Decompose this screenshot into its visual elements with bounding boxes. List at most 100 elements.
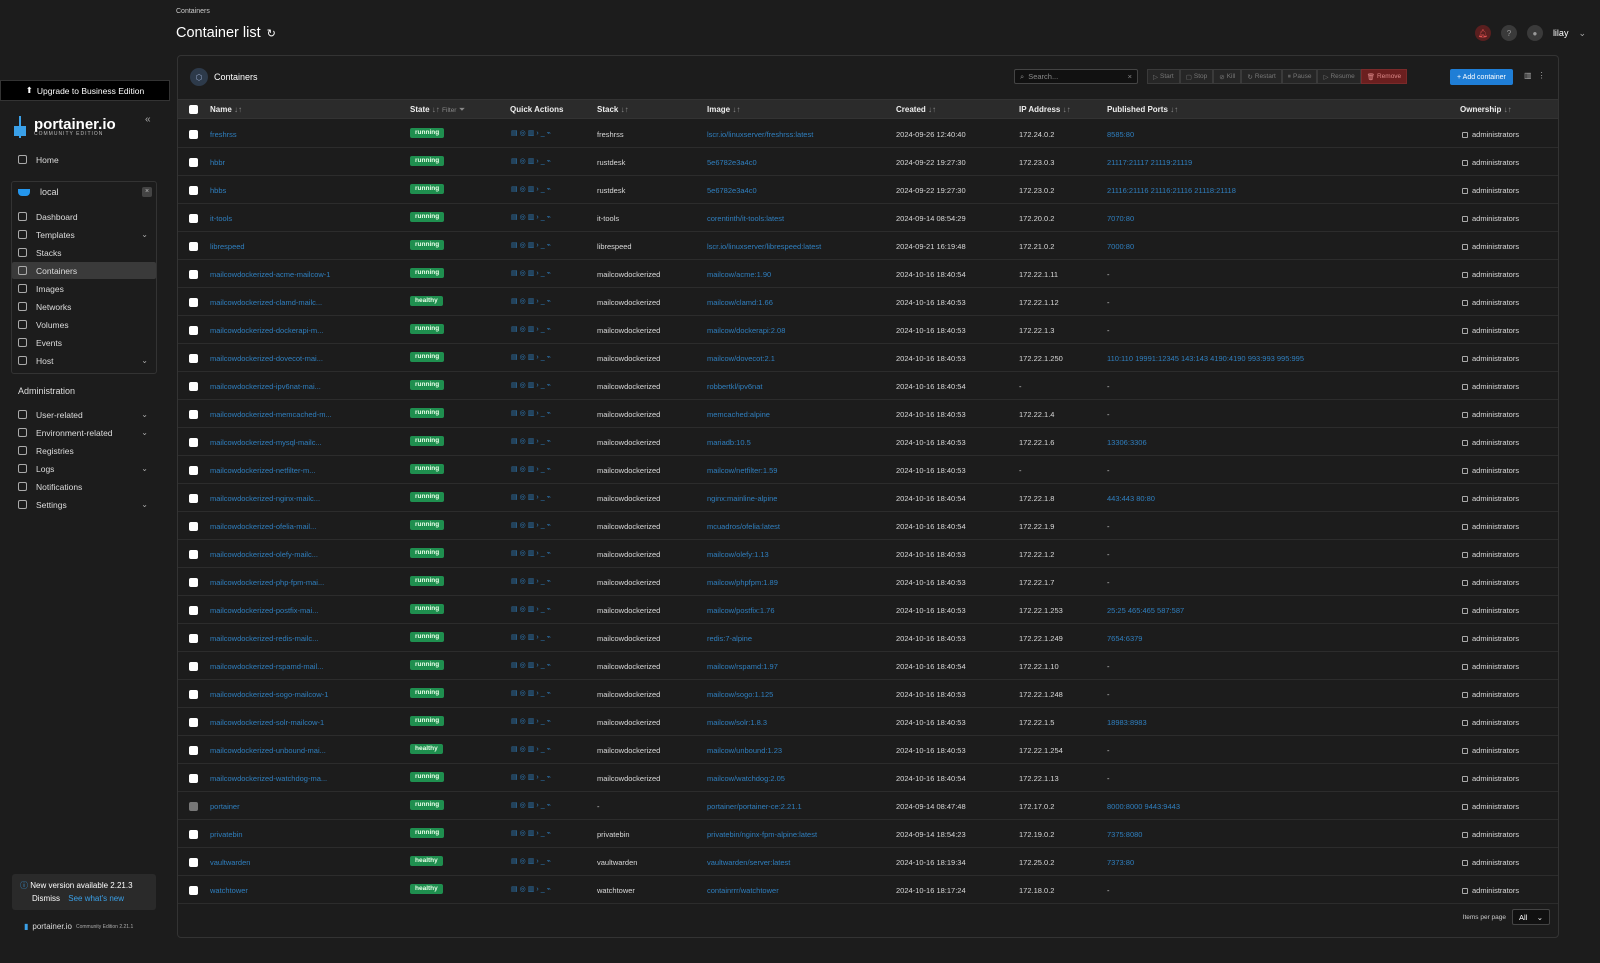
logs-icon[interactable]: ▤ [511, 550, 520, 557]
image-link[interactable]: mailcow/clamd:1.66 [707, 298, 773, 307]
image-link[interactable]: mailcow/unbound:1.23 [707, 746, 782, 755]
row-checkbox[interactable] [189, 718, 198, 727]
inspect-icon[interactable]: ◎ [520, 634, 528, 641]
console-icon[interactable]: ›_ [536, 242, 546, 249]
container-name-link[interactable]: watchtower [210, 886, 248, 895]
published-ports[interactable]: 7000:80 [1107, 242, 1134, 251]
inspect-icon[interactable]: ◎ [520, 550, 528, 557]
logs-icon[interactable]: ▤ [511, 746, 520, 753]
table-row[interactable]: mailcowdockerized-postfix-mai... running ▤… [178, 596, 1558, 624]
inspect-icon[interactable]: ◎ [520, 466, 528, 473]
refresh-icon[interactable]: ↻ [267, 27, 276, 40]
console-icon[interactable]: ›_ [536, 438, 546, 445]
column-ip[interactable]: IP Address ↓↑ [1019, 105, 1071, 114]
attach-icon[interactable]: ⌁ [547, 214, 553, 221]
sidebar-item-events[interactable]: Events [12, 334, 156, 351]
column-ports[interactable]: Published Ports ↓↑ [1107, 105, 1178, 114]
image-link[interactable]: corentinth/it-tools:latest [707, 214, 784, 223]
inspect-icon[interactable]: ◎ [520, 354, 528, 361]
whats-new-link[interactable]: See what's new [68, 894, 124, 903]
console-icon[interactable]: ›_ [536, 270, 546, 277]
attach-icon[interactable]: ⌁ [547, 634, 553, 641]
sidebar-item-volumes[interactable]: Volumes [12, 316, 156, 333]
attach-icon[interactable]: ⌁ [547, 858, 553, 865]
logs-icon[interactable]: ▤ [511, 130, 520, 137]
items-per-page-select[interactable]: All ⌄ [1512, 909, 1550, 925]
inspect-icon[interactable]: ◎ [520, 270, 528, 277]
table-row[interactable]: librespeed running ▤◎▥›_⌁ librespeed lscr.io… [178, 232, 1558, 260]
restart-button[interactable]: ↻ Restart [1241, 69, 1282, 84]
image-link[interactable]: lscr.io/linuxserver/librespeed:latest [707, 242, 821, 251]
console-icon[interactable]: ›_ [536, 466, 546, 473]
console-icon[interactable]: ›_ [536, 158, 546, 165]
row-checkbox[interactable] [189, 242, 198, 251]
chevron-down-icon[interactable]: ⌄ [141, 500, 148, 509]
logs-icon[interactable]: ▤ [511, 438, 520, 445]
sidebar-item-notifications[interactable]: Notifications [12, 478, 156, 495]
container-name-link[interactable]: mailcowdockerized-redis-mailc... [210, 634, 318, 643]
container-name-link[interactable]: mailcowdockerized-acme-mailcow-1 [210, 270, 330, 279]
table-row[interactable]: mailcowdockerized-redis-mailc... running ▤… [178, 624, 1558, 652]
table-row[interactable]: freshrss running ▤◎▥›_⌁ freshrss lscr.io/lin… [178, 120, 1558, 148]
column-state[interactable]: State ↓↑ Filter ⏷ [410, 105, 465, 115]
console-icon[interactable]: ›_ [536, 214, 546, 221]
logs-icon[interactable]: ▤ [511, 298, 520, 305]
kill-button[interactable]: ⊘ Kill [1213, 69, 1242, 84]
console-icon[interactable]: ›_ [536, 746, 546, 753]
container-name-link[interactable]: mailcowdockerized-postfix-mai... [210, 606, 318, 615]
table-row[interactable]: mailcowdockerized-memcached-m... running ▤… [178, 400, 1558, 428]
table-row[interactable]: mailcowdockerized-dovecot-mai... running ▤… [178, 344, 1558, 372]
console-icon[interactable]: ›_ [536, 382, 546, 389]
logs-icon[interactable]: ▤ [511, 494, 520, 501]
attach-icon[interactable]: ⌁ [547, 354, 553, 361]
table-row[interactable]: hbbs running ▤◎▥›_⌁ rustdesk 5e6782e3a4c0 202… [178, 176, 1558, 204]
image-link[interactable]: mailcow/watchdog:2.05 [707, 774, 785, 783]
container-name-link[interactable]: mailcowdockerized-mysql-mailc... [210, 438, 322, 447]
inspect-icon[interactable]: ◎ [520, 158, 528, 165]
container-name-link[interactable]: mailcowdockerized-sogo-mailcow-1 [210, 690, 328, 699]
logo[interactable]: portainer.io COMMUNITY EDITION [12, 114, 162, 140]
published-ports[interactable]: 21116:21116 21116:21116 21118:21118 [1107, 186, 1236, 195]
logs-icon[interactable]: ▤ [511, 718, 520, 725]
attach-icon[interactable]: ⌁ [547, 522, 553, 529]
published-ports[interactable]: 7375:8080 [1107, 830, 1142, 839]
logs-icon[interactable]: ▤ [511, 522, 520, 529]
attach-icon[interactable]: ⌁ [547, 382, 553, 389]
add-container-button[interactable]: + Add container [1450, 69, 1513, 85]
remove-button[interactable]: 🗑︎ Remove [1360, 69, 1408, 84]
row-checkbox[interactable] [189, 858, 198, 867]
attach-icon[interactable]: ⌁ [547, 718, 553, 725]
attach-icon[interactable]: ⌁ [547, 606, 553, 613]
inspect-icon[interactable]: ◎ [520, 690, 528, 697]
logs-icon[interactable]: ▤ [511, 242, 520, 249]
inspect-icon[interactable]: ◎ [520, 186, 528, 193]
sidebar-item-images[interactable]: Images [12, 280, 156, 297]
row-checkbox[interactable] [189, 326, 198, 335]
upgrade-button[interactable]: ⬆ Upgrade to Business Edition [0, 80, 170, 101]
sidebar-item-networks[interactable]: Networks [12, 298, 156, 315]
console-icon[interactable]: ›_ [536, 662, 546, 669]
image-link[interactable]: mailcow/dockerapi:2.08 [707, 326, 785, 335]
container-name-link[interactable]: mailcowdockerized-clamd-mailc... [210, 298, 322, 307]
dismiss-link[interactable]: Dismiss [32, 894, 60, 903]
container-name-link[interactable]: mailcowdockerized-dovecot-mai... [210, 354, 323, 363]
image-link[interactable]: 5e6782e3a4c0 [707, 158, 757, 167]
image-link[interactable]: mailcow/solr:1.8.3 [707, 718, 767, 727]
logs-icon[interactable]: ▤ [511, 606, 520, 613]
image-link[interactable]: mcuadros/ofelia:latest [707, 522, 780, 531]
row-checkbox[interactable] [189, 830, 198, 839]
row-checkbox[interactable] [189, 550, 198, 559]
attach-icon[interactable]: ⌁ [547, 690, 553, 697]
start-button[interactable]: ▷ Start [1147, 69, 1180, 84]
table-row[interactable]: mailcowdockerized-sogo-mailcow-1 running ▤… [178, 680, 1558, 708]
image-link[interactable]: mailcow/dovecot:2.1 [707, 354, 775, 363]
table-row[interactable]: privatebin running ▤◎▥›_⌁ privatebin private… [178, 820, 1558, 848]
row-checkbox[interactable] [189, 354, 198, 363]
row-checkbox[interactable] [189, 270, 198, 279]
inspect-icon[interactable]: ◎ [520, 858, 528, 865]
avatar[interactable]: ● [1526, 25, 1543, 41]
sidebar-item-home[interactable]: Home [12, 151, 156, 168]
columns-icon[interactable]: ▥ [1524, 71, 1532, 80]
inspect-icon[interactable]: ◎ [520, 298, 528, 305]
console-icon[interactable]: ›_ [536, 774, 546, 781]
